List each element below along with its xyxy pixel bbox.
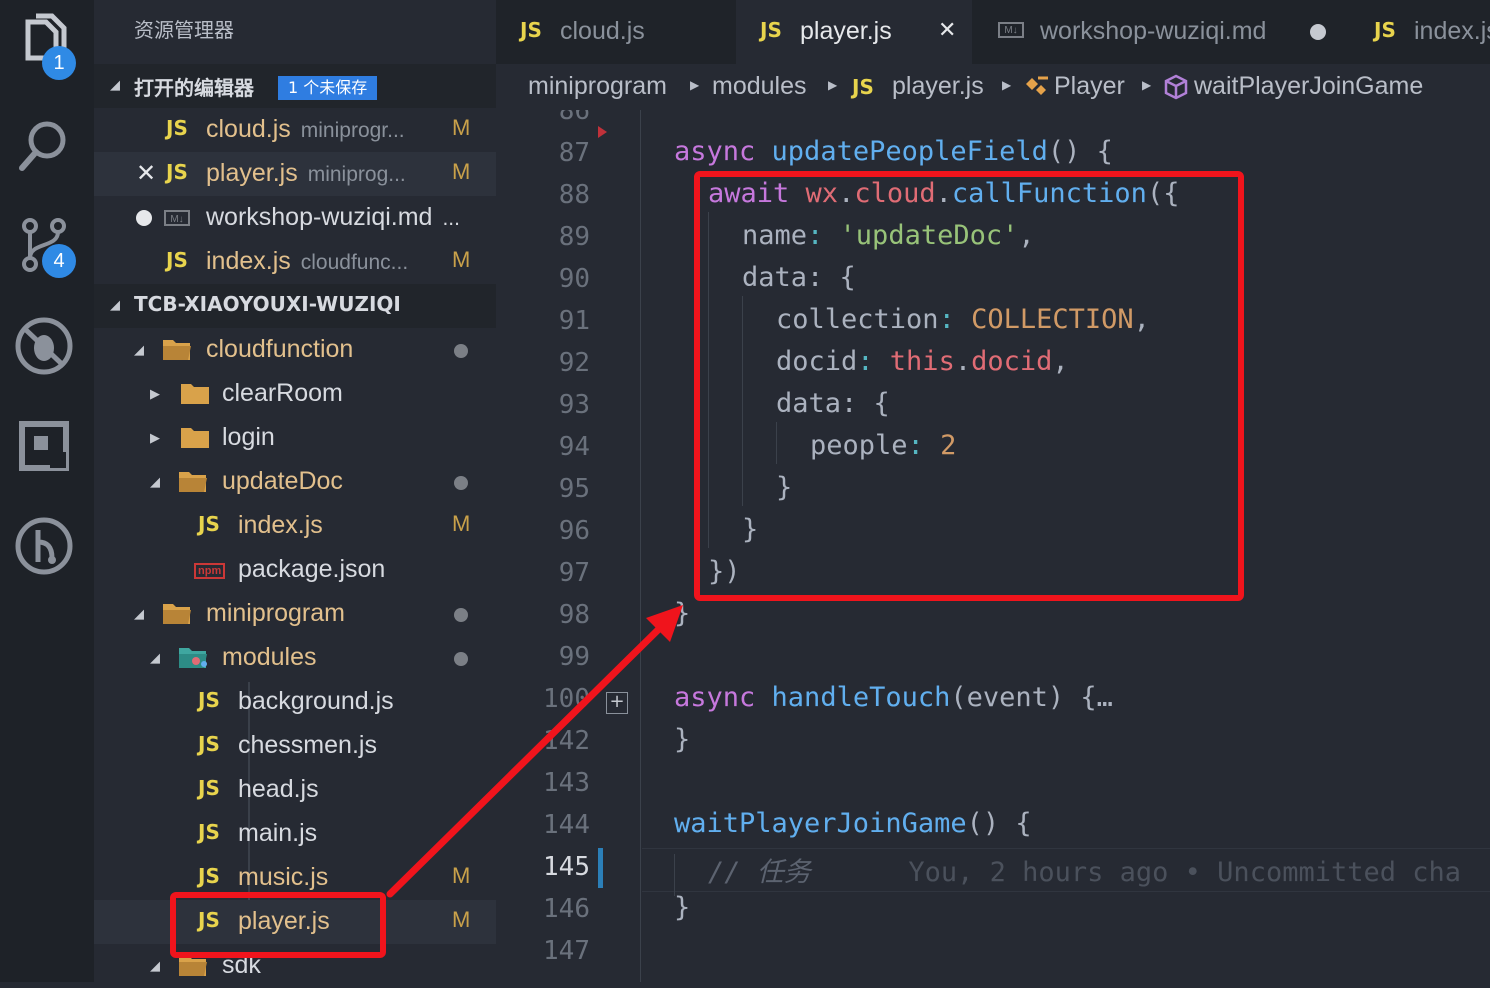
annotation-arrow xyxy=(386,605,683,898)
